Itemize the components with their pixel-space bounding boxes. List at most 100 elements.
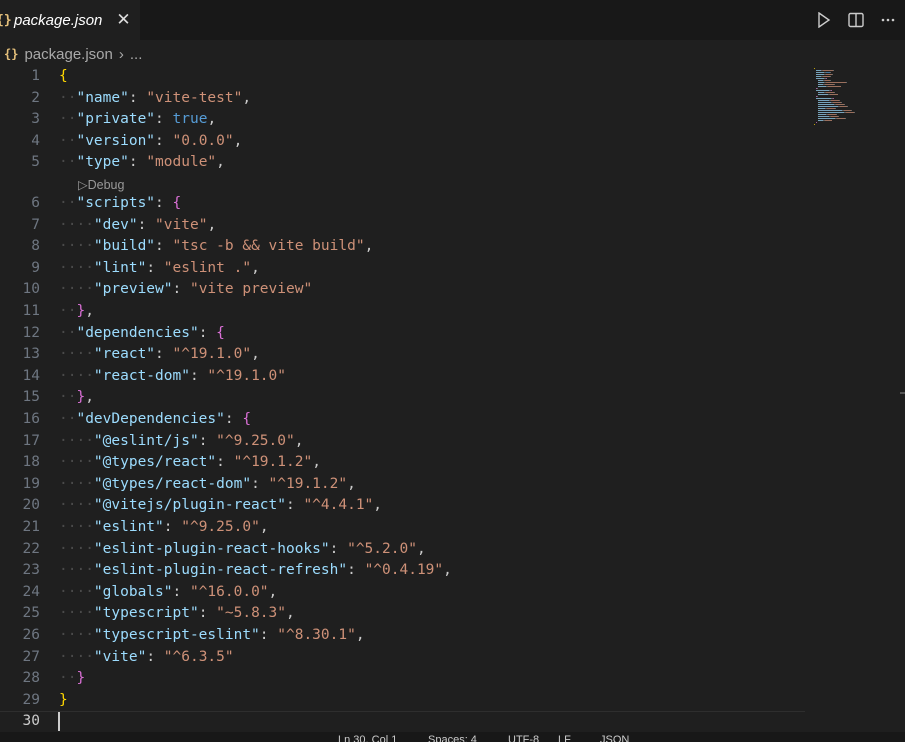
code-text: ··"version": "0.0.0", [59, 131, 242, 153]
code-line[interactable]: 1{ [0, 66, 805, 88]
status-eol[interactable]: LF [558, 734, 571, 742]
minimap-token [816, 78, 824, 79]
code-token: "typescript" [93, 605, 199, 622]
codelens-debug[interactable]: ▷Debug [78, 175, 124, 195]
tab-package-json[interactable]: {} package.json ✕ [0, 0, 140, 40]
code-line[interactable]: 27 ····"vite": "^6.3.5" [0, 647, 805, 669]
whitespace-indicator: ·· [59, 195, 77, 211]
code-token: , [85, 303, 94, 319]
code-line[interactable]: 2 ··"name": "vite-test", [0, 88, 805, 110]
code-line[interactable]: 18 ····"@types/react": "^19.1.2", [0, 452, 805, 474]
code-text: ····"build": "tsc -b && vite build", [59, 236, 373, 258]
line-number: 20 [22, 497, 40, 514]
code-text: ··"type": "module", [59, 152, 225, 174]
code-token: "@types/react-dom" [93, 475, 252, 492]
code-line[interactable]: 4 ··"version": "0.0.0", [0, 131, 805, 153]
code-token: : [155, 346, 173, 363]
code-line[interactable]: 22 ····"eslint-plugin-react-hooks": "^5.2… [0, 539, 805, 561]
code-token: "react" [93, 346, 156, 363]
code-text: ····"react": "^19.1.0", [59, 344, 260, 366]
code-line[interactable]: 9 ····"lint": "eslint .", [0, 258, 805, 280]
code-line[interactable]: 15 ··}, [0, 387, 805, 409]
whitespace-indicator: ···· [59, 583, 94, 600]
status-cursor-position[interactable]: Ln 30, Col 1 [338, 734, 397, 742]
code-token: : [216, 454, 234, 471]
line-number: 8 [31, 238, 40, 255]
code-token: "0.0.0" [172, 132, 234, 149]
status-indentation[interactable]: Spaces: 4 [428, 734, 477, 742]
code-token: } [76, 389, 86, 406]
code-line[interactable]: 16 ··"devDependencies": { [0, 409, 805, 431]
code-line[interactable]: 30 [0, 711, 805, 733]
code-token: : [172, 583, 190, 600]
code-line[interactable]: 13 ····"react": "^19.1.0", [0, 344, 805, 366]
code-token: "vite-test" [146, 89, 243, 106]
status-encoding[interactable]: UTF-8 [508, 734, 539, 742]
code-token: : [285, 497, 304, 514]
code-text: ··"private": true, [59, 109, 216, 131]
code-token: : [146, 259, 164, 276]
minimap-token [854, 112, 855, 113]
code-line[interactable]: 19 ····"@types/react-dom": "^19.1.2", [0, 474, 805, 496]
minimap-token [823, 70, 833, 71]
line-number: 9 [31, 259, 40, 276]
breadcrumb-file[interactable]: package.json [24, 46, 112, 63]
code-line[interactable]: 26 ····"typescript-eslint": "^8.30.1", [0, 625, 805, 647]
code-token: , [347, 475, 356, 492]
code-token: "private" [76, 111, 156, 128]
minimap-token [817, 96, 818, 97]
code-line[interactable]: 12 ··"dependencies": { [0, 323, 805, 345]
code-token: , [207, 216, 217, 233]
code-line[interactable]: 20 ····"@vitejs/plugin-react": "^4.4.1", [0, 495, 805, 517]
code-token: : [198, 432, 217, 449]
code-line[interactable]: 28 ··} [0, 668, 805, 690]
line-number: 17 [22, 432, 40, 449]
code-editor[interactable]: ▷Debug 1{2 ··"name": "vite-test", 3 ··"priv… [0, 66, 905, 733]
minimap-token [828, 114, 836, 115]
tab-label: package.json [14, 11, 103, 29]
minimap-token [816, 98, 831, 99]
split-editor-icon[interactable] [847, 11, 865, 29]
code-text: ····"lint": "eslint .", [59, 258, 260, 280]
code-line[interactable]: 5 ··"type": "module", [0, 152, 805, 174]
scrollbar-marker[interactable] [900, 392, 905, 394]
minimap-token [814, 124, 815, 125]
status-language[interactable]: JSON [600, 734, 629, 742]
minimap-token [828, 86, 841, 87]
code-line[interactable]: 17 ····"@eslint/js": "^9.25.0", [0, 431, 805, 453]
code-token: "vite preview" [189, 281, 313, 298]
minimap-token [818, 110, 842, 111]
code-line[interactable]: 24 ····"globals": "^16.0.0", [0, 582, 805, 604]
minimap-token [833, 102, 841, 103]
line-number: 27 [22, 648, 40, 665]
code-token: : [198, 605, 217, 622]
code-token: { [216, 324, 225, 341]
code-token: "^9.25.0" [181, 519, 260, 535]
breadcrumb-ellipsis[interactable]: ... [130, 46, 143, 63]
code-text: ··"dependencies": { [59, 323, 225, 345]
whitespace-indicator: ·· [59, 324, 77, 341]
line-number: 16 [22, 411, 40, 427]
code-token: "version" [76, 132, 156, 149]
code-line[interactable]: 10 ····"preview": "vite preview" [0, 279, 805, 301]
code-line[interactable]: 7 ····"dev": "vite", [0, 215, 805, 237]
code-token: , [286, 605, 295, 622]
code-line[interactable]: 25 ····"typescript": "~5.8.3", [0, 603, 805, 625]
code-line[interactable]: 29} [0, 690, 805, 712]
run-icon[interactable] [815, 11, 833, 29]
code-line[interactable]: 23 ····"eslint-plugin-react-refresh": "^0… [0, 560, 805, 582]
code-line[interactable]: 8 ····"build": "tsc -b && vite build", [0, 236, 805, 258]
close-icon[interactable]: ✕ [116, 10, 130, 30]
code-line[interactable]: 11 ··}, [0, 301, 805, 323]
code-line[interactable]: 6 ··"scripts": { [0, 193, 805, 215]
whitespace-indicator: ···· [59, 432, 94, 449]
code-token: : [128, 89, 147, 106]
more-actions-icon[interactable] [879, 11, 897, 29]
code-token: : [224, 411, 243, 427]
minimap[interactable] [812, 68, 872, 128]
code-line[interactable]: 3 ··"private": true, [0, 109, 805, 131]
code-line[interactable]: 21 ····"eslint": "^9.25.0", [0, 517, 805, 539]
code-line[interactable]: 14 ····"react-dom": "^19.1.0" [0, 366, 805, 388]
whitespace-indicator: ···· [59, 562, 94, 579]
minimap-token [818, 114, 826, 115]
